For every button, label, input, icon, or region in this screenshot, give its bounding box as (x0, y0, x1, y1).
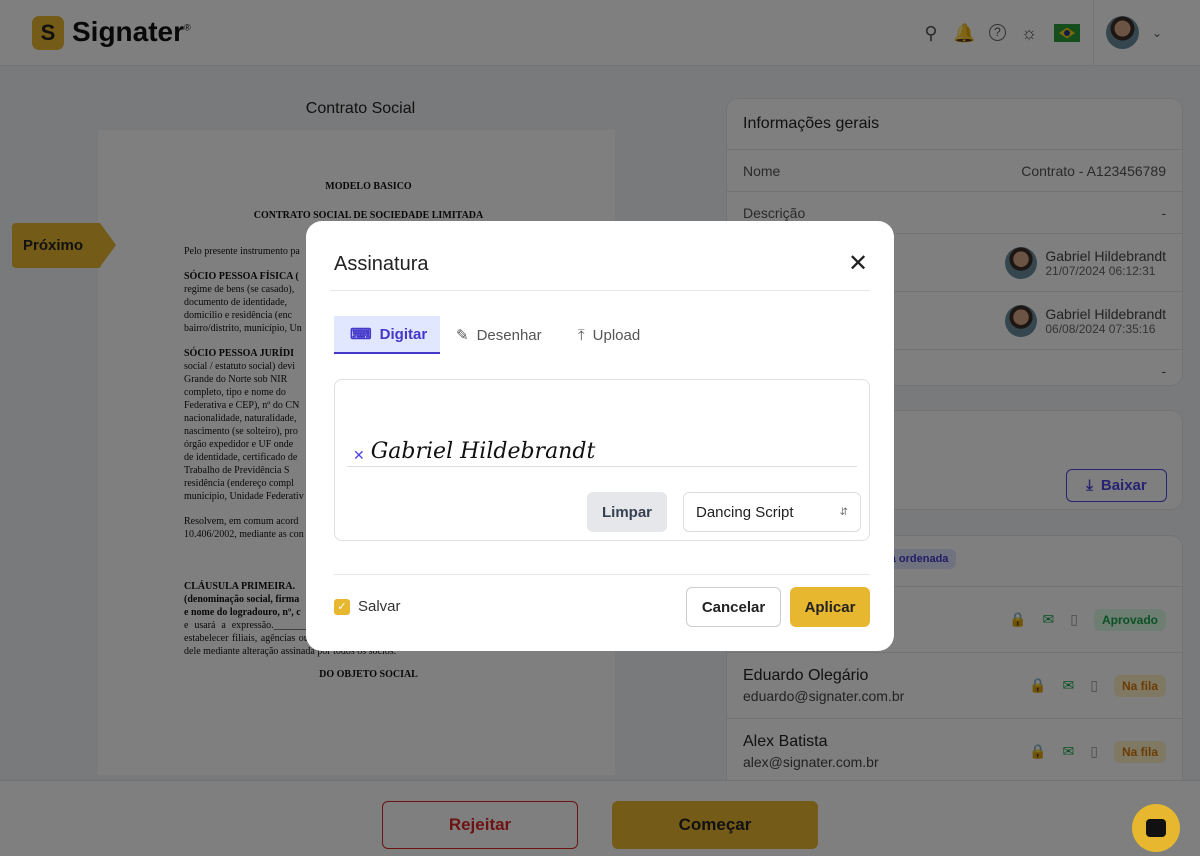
tab-upload[interactable]: ⤒ Upload (562, 316, 656, 354)
save-checkbox[interactable]: ✓ Salvar (334, 598, 401, 615)
divider (334, 574, 870, 575)
divider (330, 290, 870, 291)
tab-type[interactable]: ⌨ Digitar (334, 316, 440, 354)
chat-button[interactable] (1132, 804, 1180, 852)
clear-button[interactable]: Limpar (587, 492, 667, 532)
signature-input[interactable]: ✕ Gabriel Hildebrandt (347, 430, 857, 467)
apply-button[interactable]: Aplicar (790, 587, 870, 627)
checkbox-checked-icon: ✓ (334, 598, 350, 615)
upload-icon: ⤒ (578, 326, 585, 344)
tab-draw[interactable]: ✎ Desenhar (440, 316, 558, 354)
modal-title: Assinatura (334, 253, 429, 275)
updown-chevron-icon: ⇵ (839, 506, 848, 518)
pencil-icon: ✎ (456, 327, 469, 344)
signature-box: ✕ Gabriel Hildebrandt Limpar Dancing Scri… (334, 379, 870, 541)
keyboard-icon: ⌨ (350, 326, 372, 343)
clear-x-icon[interactable]: ✕ (353, 447, 365, 464)
signature-modal: Assinatura ✕ ⌨ Digitar ✎ Desenhar ⤒ Upload … (306, 221, 894, 651)
chat-icon (1146, 819, 1166, 837)
close-icon[interactable]: ✕ (848, 249, 868, 278)
cancel-button[interactable]: Cancelar (686, 587, 781, 627)
font-select[interactable]: Dancing Script ⇵ (683, 492, 861, 532)
